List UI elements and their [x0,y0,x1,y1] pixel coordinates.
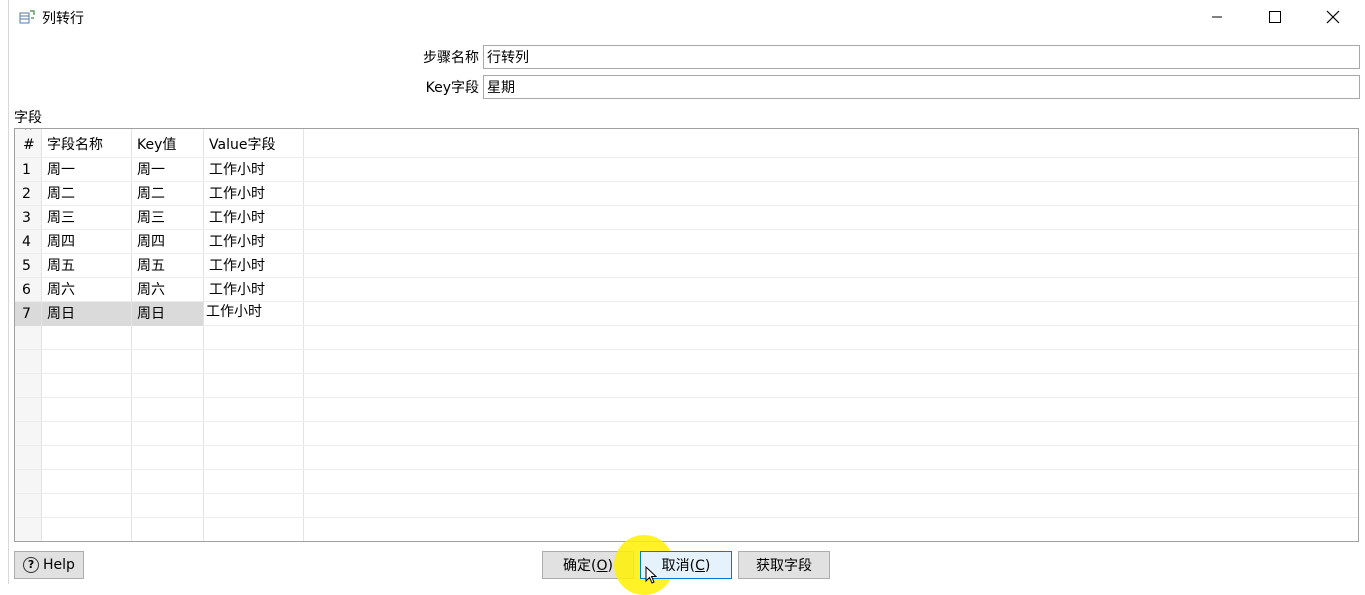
value-field-cell[interactable]: 工作小时 [204,254,303,278]
row-number: 4 [22,234,31,250]
key-value-cell[interactable]: 周五 [132,254,203,278]
step-name-input[interactable] [483,45,1360,69]
maximize-button[interactable] [1246,0,1304,34]
mouse-pointer-icon [645,565,658,584]
value-field-cell[interactable]: 工作小时 [204,230,303,254]
field-name-cell[interactable]: 周三 [42,206,131,230]
help-button-label: Help [43,557,75,573]
help-button[interactable]: ? Help [14,551,84,579]
help-icon: ? [23,557,40,573]
fields-table[interactable]: ^ # 字段名称 Key值 Value字段 1 周一 周一 工作小时 2 周二 … [14,128,1359,542]
window-title: 列转行 [42,11,84,27]
minimize-button[interactable] [1188,0,1246,34]
get-fields-button[interactable]: 获取字段 [738,551,830,579]
row-number: 6 [22,282,31,298]
column-header-value-field[interactable]: Value字段 [209,131,275,159]
field-name-cell[interactable]: 周二 [42,182,131,206]
title-bar[interactable]: 列转行 [9,0,1365,34]
field-name-cell[interactable]: 周四 [42,230,131,254]
dialog-window: 列转行 步骤名称 Key字段 字段 [8,0,1365,595]
row-number: 2 [22,186,31,202]
minimize-icon [1211,11,1223,23]
column-header-key-value[interactable]: Key值 [137,131,176,159]
value-field-cell[interactable]: 工作小时 [204,278,303,302]
transform-step-icon [19,9,35,25]
key-value-cell[interactable]: 周二 [132,182,203,206]
value-field-cell[interactable]: 工作小时 [204,206,303,230]
row-number: 1 [22,162,31,178]
value-field-cell[interactable]: 工作小时 [204,158,303,182]
row-number: 5 [22,258,31,274]
key-value-cell[interactable]: 周六 [132,278,203,302]
value-field-cell-editing[interactable]: 工作小时 [204,300,303,324]
close-button[interactable] [1304,0,1362,34]
ok-button-label: 确定(O) [563,558,613,574]
key-value-cell[interactable]: 周四 [132,230,203,254]
key-value-cell[interactable]: 周一 [132,158,203,182]
key-value-cell[interactable]: 周三 [132,206,203,230]
field-name-cell[interactable]: 周五 [42,254,131,278]
close-icon [1326,10,1340,24]
row-number: 7 [15,302,41,326]
column-header-number[interactable]: # [23,131,35,159]
key-field-label: Key字段 [425,80,479,96]
maximize-icon [1269,11,1281,23]
key-field-input[interactable] [483,75,1360,99]
step-name-label: 步骤名称 [423,50,479,66]
fields-section-label: 字段 [14,110,42,126]
value-field-cell[interactable]: 工作小时 [204,182,303,206]
row-number: 3 [22,210,31,226]
key-value-cell[interactable]: 周日 [132,302,203,326]
field-name-cell[interactable]: 周日 [42,302,131,326]
cancel-button-label: 取消(C) [661,558,711,574]
field-name-cell[interactable]: 周一 [42,158,131,182]
column-header-field-name[interactable]: 字段名称 [47,131,103,159]
field-name-cell[interactable]: 周六 [42,278,131,302]
